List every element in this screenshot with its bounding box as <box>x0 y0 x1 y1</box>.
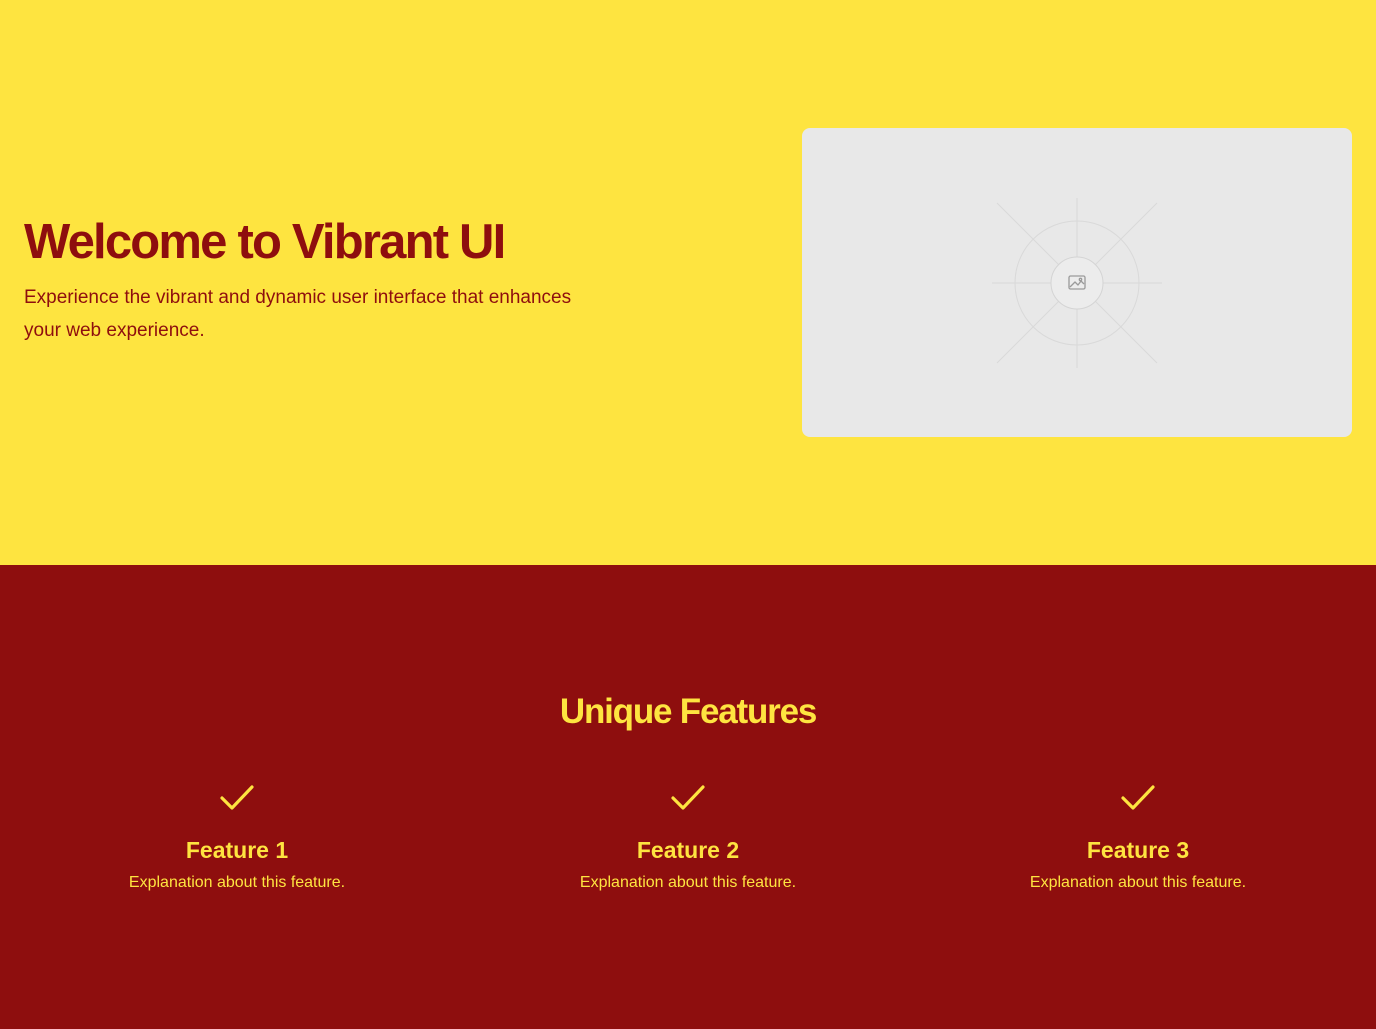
feature-card-3: Feature 3 Explanation about this feature… <box>978 783 1298 893</box>
feature-description: Explanation about this feature. <box>579 874 797 891</box>
feature-name: Feature 1 <box>185 837 289 863</box>
features-section: Unique Features Feature 1 Explanation ab… <box>0 565 1376 1029</box>
feature-name: Feature 2 <box>636 837 740 863</box>
checkmark-icon <box>671 785 705 810</box>
feature-description: Explanation about this feature. <box>128 874 346 891</box>
feature-description: Explanation about this feature. <box>1029 874 1247 891</box>
image-placeholder-graphic <box>992 198 1162 368</box>
hero-section: Welcome to Vibrant UI Experience the vib… <box>0 0 1376 565</box>
hero-image-placeholder <box>802 128 1352 437</box>
feature-name: Feature 3 <box>1086 837 1190 863</box>
feature-card-2: Feature 2 Explanation about this feature… <box>528 783 848 893</box>
feature-card-1: Feature 1 Explanation about this feature… <box>77 783 397 893</box>
hero-title: Welcome to Vibrant UI <box>24 215 506 269</box>
features-title: Unique Features <box>559 692 817 731</box>
hero-subtitle: Experience the vibrant and dynamic user … <box>24 287 572 341</box>
checkmark-icon <box>1121 785 1155 810</box>
checkmark-icon <box>220 785 254 810</box>
